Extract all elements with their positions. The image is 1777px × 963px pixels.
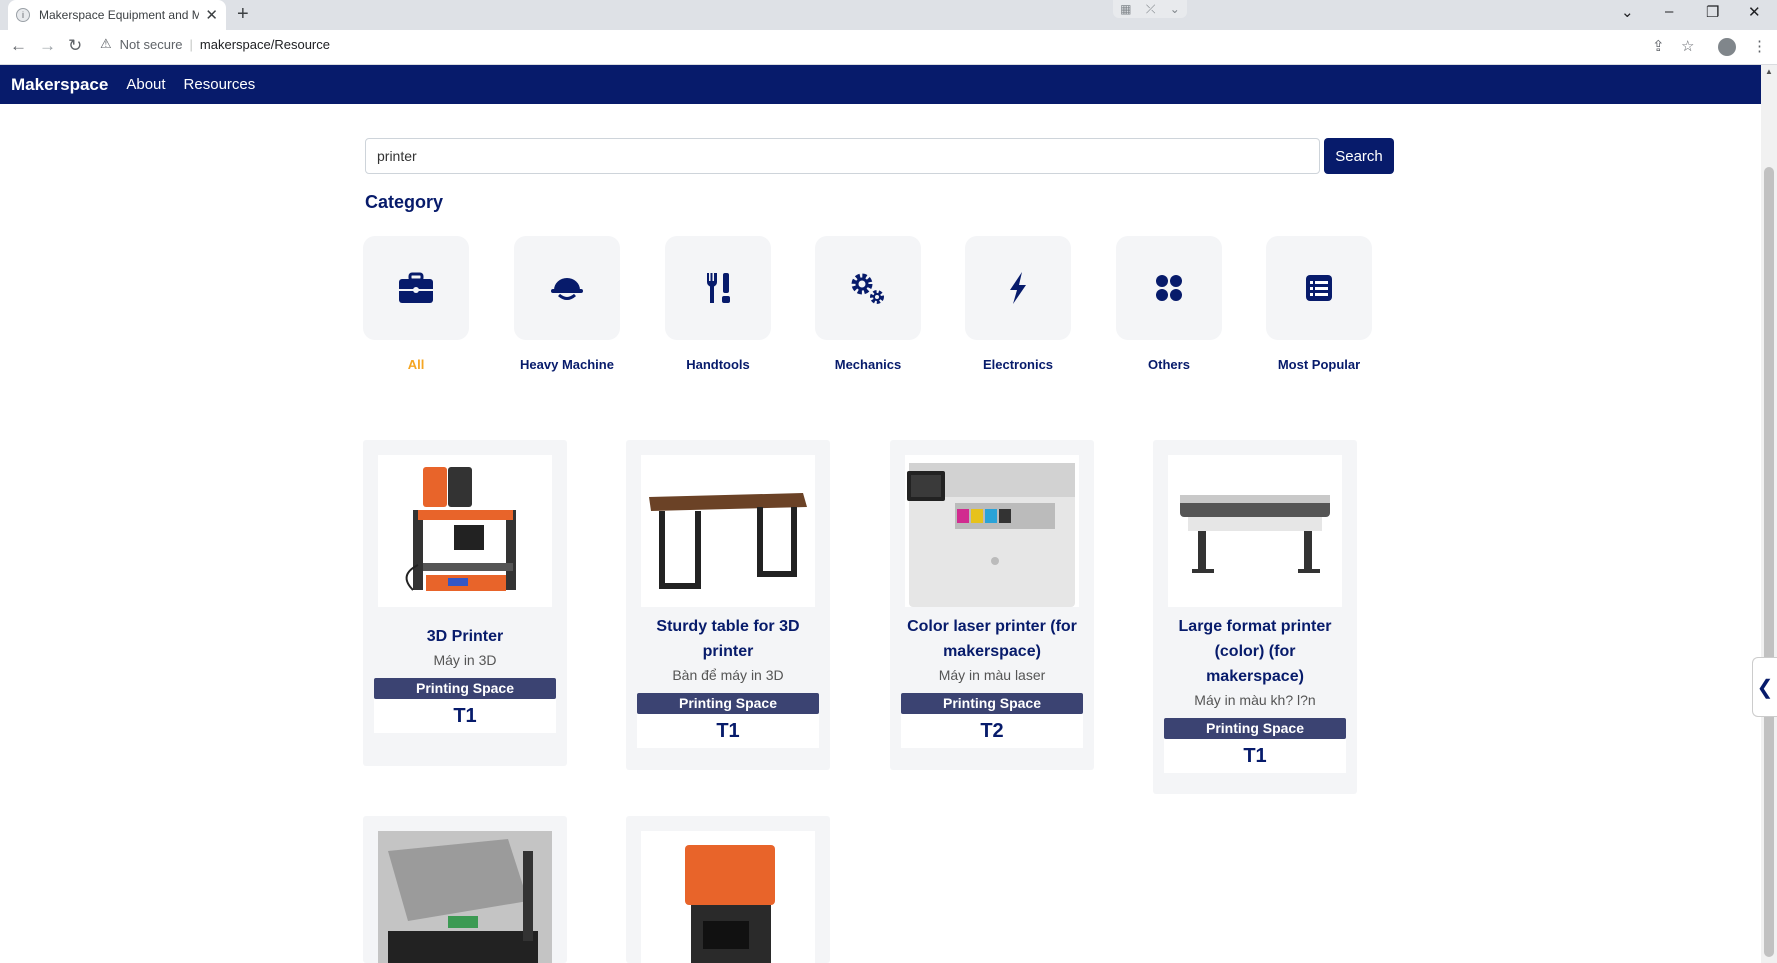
category-label: Mechanics [834, 357, 902, 372]
not-secure-label[interactable]: Not secure [120, 37, 183, 52]
gears-icon [851, 273, 884, 304]
menu-kebab-icon[interactable]: ⋮ [1752, 37, 1767, 55]
product-title[interactable]: 3D Printer [374, 624, 556, 649]
extension-tray[interactable]: ▦ ⤫ ⌄ [1113, 0, 1187, 18]
hard-hat-icon [551, 278, 583, 300]
laser-printer-image[interactable] [905, 455, 1079, 607]
url-text[interactable]: makerspace/Resource [200, 37, 330, 52]
3d-printer-image[interactable] [378, 455, 552, 607]
tab-title: Makerspace Equipment and Mat [39, 8, 199, 22]
profile-avatar-icon[interactable] [1718, 38, 1736, 56]
location-badge: Printing Space [637, 693, 819, 714]
card-body: Color laser printer (for makerspace) Máy… [901, 614, 1083, 748]
category-electronics[interactable]: Electronics [965, 236, 1071, 374]
category-tile[interactable] [363, 236, 469, 340]
nav-about[interactable]: About [126, 76, 165, 93]
category-mechanics[interactable]: Mechanics [815, 236, 921, 374]
bookmark-star-icon[interactable]: ☆ [1681, 37, 1694, 55]
product-subtitle: Máy in màu laser [938, 667, 1046, 683]
new-tab-button[interactable]: + [237, 3, 249, 26]
product-card[interactable]: Color laser printer (for makerspace) Máy… [890, 440, 1094, 770]
category-tile[interactable] [514, 236, 620, 340]
browser-tab-active[interactable]: i Makerspace Equipment and Mat ✕ [8, 0, 226, 30]
category-handtools[interactable]: Handtools [665, 236, 771, 374]
nav-resources[interactable]: Resources [184, 76, 256, 93]
collapse-icon[interactable]: ⤫ [1146, 2, 1156, 17]
scrollbar-thumb[interactable] [1764, 167, 1774, 957]
product-subtitle: Bàn để máy in 3D [672, 667, 784, 683]
category-label: Heavy Machine [520, 357, 614, 372]
location-badge: Printing Space [1164, 718, 1346, 739]
product-card[interactable]: Sturdy table for 3D printer Bàn để máy i… [626, 440, 830, 770]
toolbox-icon [399, 272, 433, 303]
tab-search-icon[interactable]: ⌄ [1621, 3, 1634, 21]
scroll-up-icon[interactable]: ▲ [1765, 67, 1773, 76]
search-button[interactable]: Search [1324, 138, 1394, 174]
product-title[interactable]: Large format printer (color) (for makers… [1164, 614, 1346, 689]
location-code: T1 [637, 714, 819, 748]
category-tile[interactable] [1116, 236, 1222, 340]
address-bar[interactable]: ⚠ Not secure | makerspace/Resource [100, 36, 330, 52]
location-code: T1 [374, 699, 556, 733]
product-title[interactable]: Color laser printer (for makerspace) [901, 614, 1083, 664]
category-label: Most Popular [1277, 357, 1361, 372]
bolt-icon [1010, 272, 1026, 304]
product-card[interactable] [363, 816, 567, 963]
product-card[interactable]: Large format printer (color) (for makers… [1153, 440, 1357, 794]
location-code: T1 [1164, 739, 1346, 773]
site-navbar: Makerspace About Resources [0, 65, 1761, 104]
reload-icon[interactable]: ↻ [68, 36, 82, 56]
location-badge: Printing Space [901, 693, 1083, 714]
category-others[interactable]: Others [1116, 236, 1222, 374]
location-badge: Printing Space [374, 678, 556, 699]
dots-icon [1156, 275, 1182, 301]
tools-icon [707, 273, 730, 303]
product-subtitle: Máy in màu kh? l?n [1194, 692, 1316, 708]
site-favicon-icon: i [16, 8, 30, 22]
browser-tabstrip: i Makerspace Equipment and Mat ✕ + ▦ ⤫ ⌄… [0, 0, 1777, 30]
category-most-popular[interactable]: Most Popular [1266, 236, 1372, 374]
forward-arrow-icon[interactable]: → [39, 36, 56, 56]
close-tab-icon[interactable]: ✕ [205, 6, 218, 24]
warning-icon[interactable]: ⚠ [100, 36, 112, 52]
category-label: All [407, 357, 425, 372]
chevron-down-icon[interactable]: ⌄ [1170, 2, 1180, 16]
screen-printing-press-image[interactable] [378, 831, 552, 963]
back-arrow-icon[interactable]: ← [10, 36, 27, 56]
grid-icon[interactable]: ▦ [1120, 2, 1131, 16]
restore-icon[interactable]: ❐ [1706, 3, 1719, 21]
side-panel-toggle-chevron-left-icon[interactable]: ❮ [1752, 657, 1777, 717]
category-label: Electronics [982, 357, 1054, 372]
card-body: 3D Printer Máy in 3D Printing Space T1 [374, 624, 556, 733]
large-format-printer-image[interactable] [1168, 455, 1342, 607]
category-label: Handtools [686, 357, 750, 372]
table-image[interactable] [641, 455, 815, 607]
card-body: Sturdy table for 3D printer Bàn để máy i… [637, 614, 819, 748]
category-label: Others [1148, 357, 1190, 372]
product-subtitle: Máy in 3D [433, 652, 497, 668]
category-tile[interactable] [815, 236, 921, 340]
card-body: Large format printer (color) (for makers… [1164, 614, 1346, 773]
search-input[interactable] [365, 138, 1320, 174]
category-heading: Category [365, 192, 444, 212]
product-title[interactable]: Sturdy table for 3D printer [637, 614, 819, 664]
close-window-icon[interactable]: ✕ [1748, 3, 1761, 21]
category-tile[interactable] [1266, 236, 1372, 340]
product-card[interactable]: 3D Printer Máy in 3D Printing Space T1 [363, 440, 567, 766]
address-separator: | [189, 36, 193, 52]
page-scrollbar[interactable]: ▲ [1761, 65, 1777, 963]
share-icon[interactable]: ⇪ [1652, 37, 1665, 55]
list-icon [1306, 275, 1332, 301]
browser-toolbar: ← → ↻ ⚠ Not secure | makerspace/Resource… [0, 30, 1777, 65]
product-card[interactable] [626, 816, 830, 963]
resin-printer-image[interactable] [641, 831, 815, 963]
site-brand[interactable]: Makerspace [11, 75, 108, 95]
category-tile[interactable] [665, 236, 771, 340]
location-code: T2 [901, 714, 1083, 748]
category-tile[interactable] [965, 236, 1071, 340]
category-all[interactable]: All [363, 236, 469, 374]
minimize-icon[interactable]: – [1665, 3, 1673, 20]
category-heavy-machine[interactable]: Heavy Machine [514, 236, 620, 374]
